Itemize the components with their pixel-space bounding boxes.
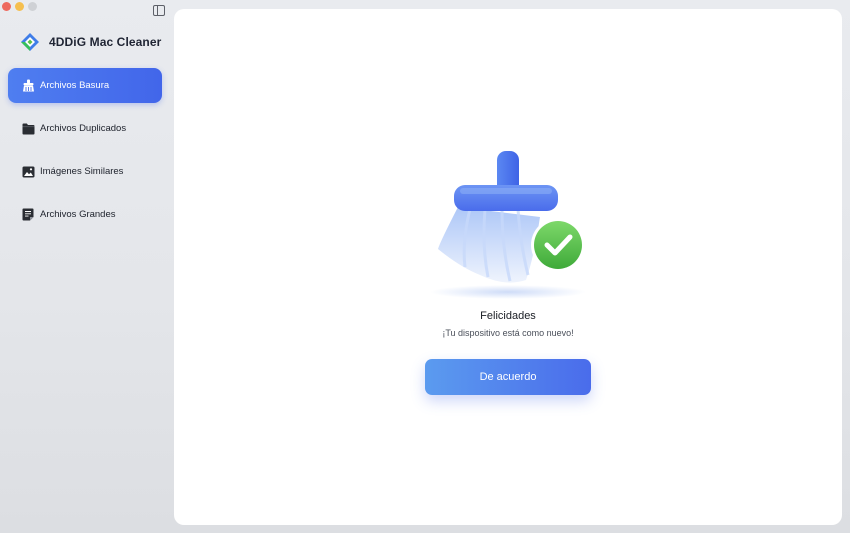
- sidebar-item-label: Archivos Basura: [40, 80, 110, 91]
- sidebar-item-label: Imágenes Similares: [40, 166, 124, 177]
- folder-icon: [21, 122, 35, 136]
- main-panel: Felicidades ¡Tu dispositivo está como nu…: [174, 9, 842, 525]
- sidebar-item-label: Archivos Grandes: [40, 209, 116, 220]
- sidebar-item-archivos-grandes[interactable]: Archivos Grandes: [8, 197, 162, 232]
- sidebar-item-imagenes-similares[interactable]: Imágenes Similares: [8, 154, 162, 189]
- 4ddig-logo-icon: [20, 32, 40, 52]
- sidebar-item-label: Archivos Duplicados: [40, 123, 127, 134]
- image-icon: [21, 165, 35, 179]
- sidebar-item-archivos-basura[interactable]: Archivos Basura: [8, 68, 162, 103]
- broom-check-illustration: [430, 147, 590, 307]
- result-title: Felicidades: [480, 310, 536, 322]
- ok-button[interactable]: De acuerdo: [425, 359, 591, 395]
- broom-icon: [21, 79, 35, 93]
- file-icon: [21, 208, 35, 222]
- sidebar: 4DDiG Mac Cleaner Archivos Basura Archiv…: [0, 0, 170, 533]
- result-message: ¡Tu dispositivo está como nuevo!: [442, 328, 574, 338]
- sidebar-nav: Archivos Basura Archivos Duplicados Imág…: [8, 68, 162, 240]
- brand: 4DDiG Mac Cleaner: [20, 32, 161, 52]
- app-name: 4DDiG Mac Cleaner: [49, 35, 162, 49]
- sidebar-item-archivos-duplicados[interactable]: Archivos Duplicados: [8, 111, 162, 146]
